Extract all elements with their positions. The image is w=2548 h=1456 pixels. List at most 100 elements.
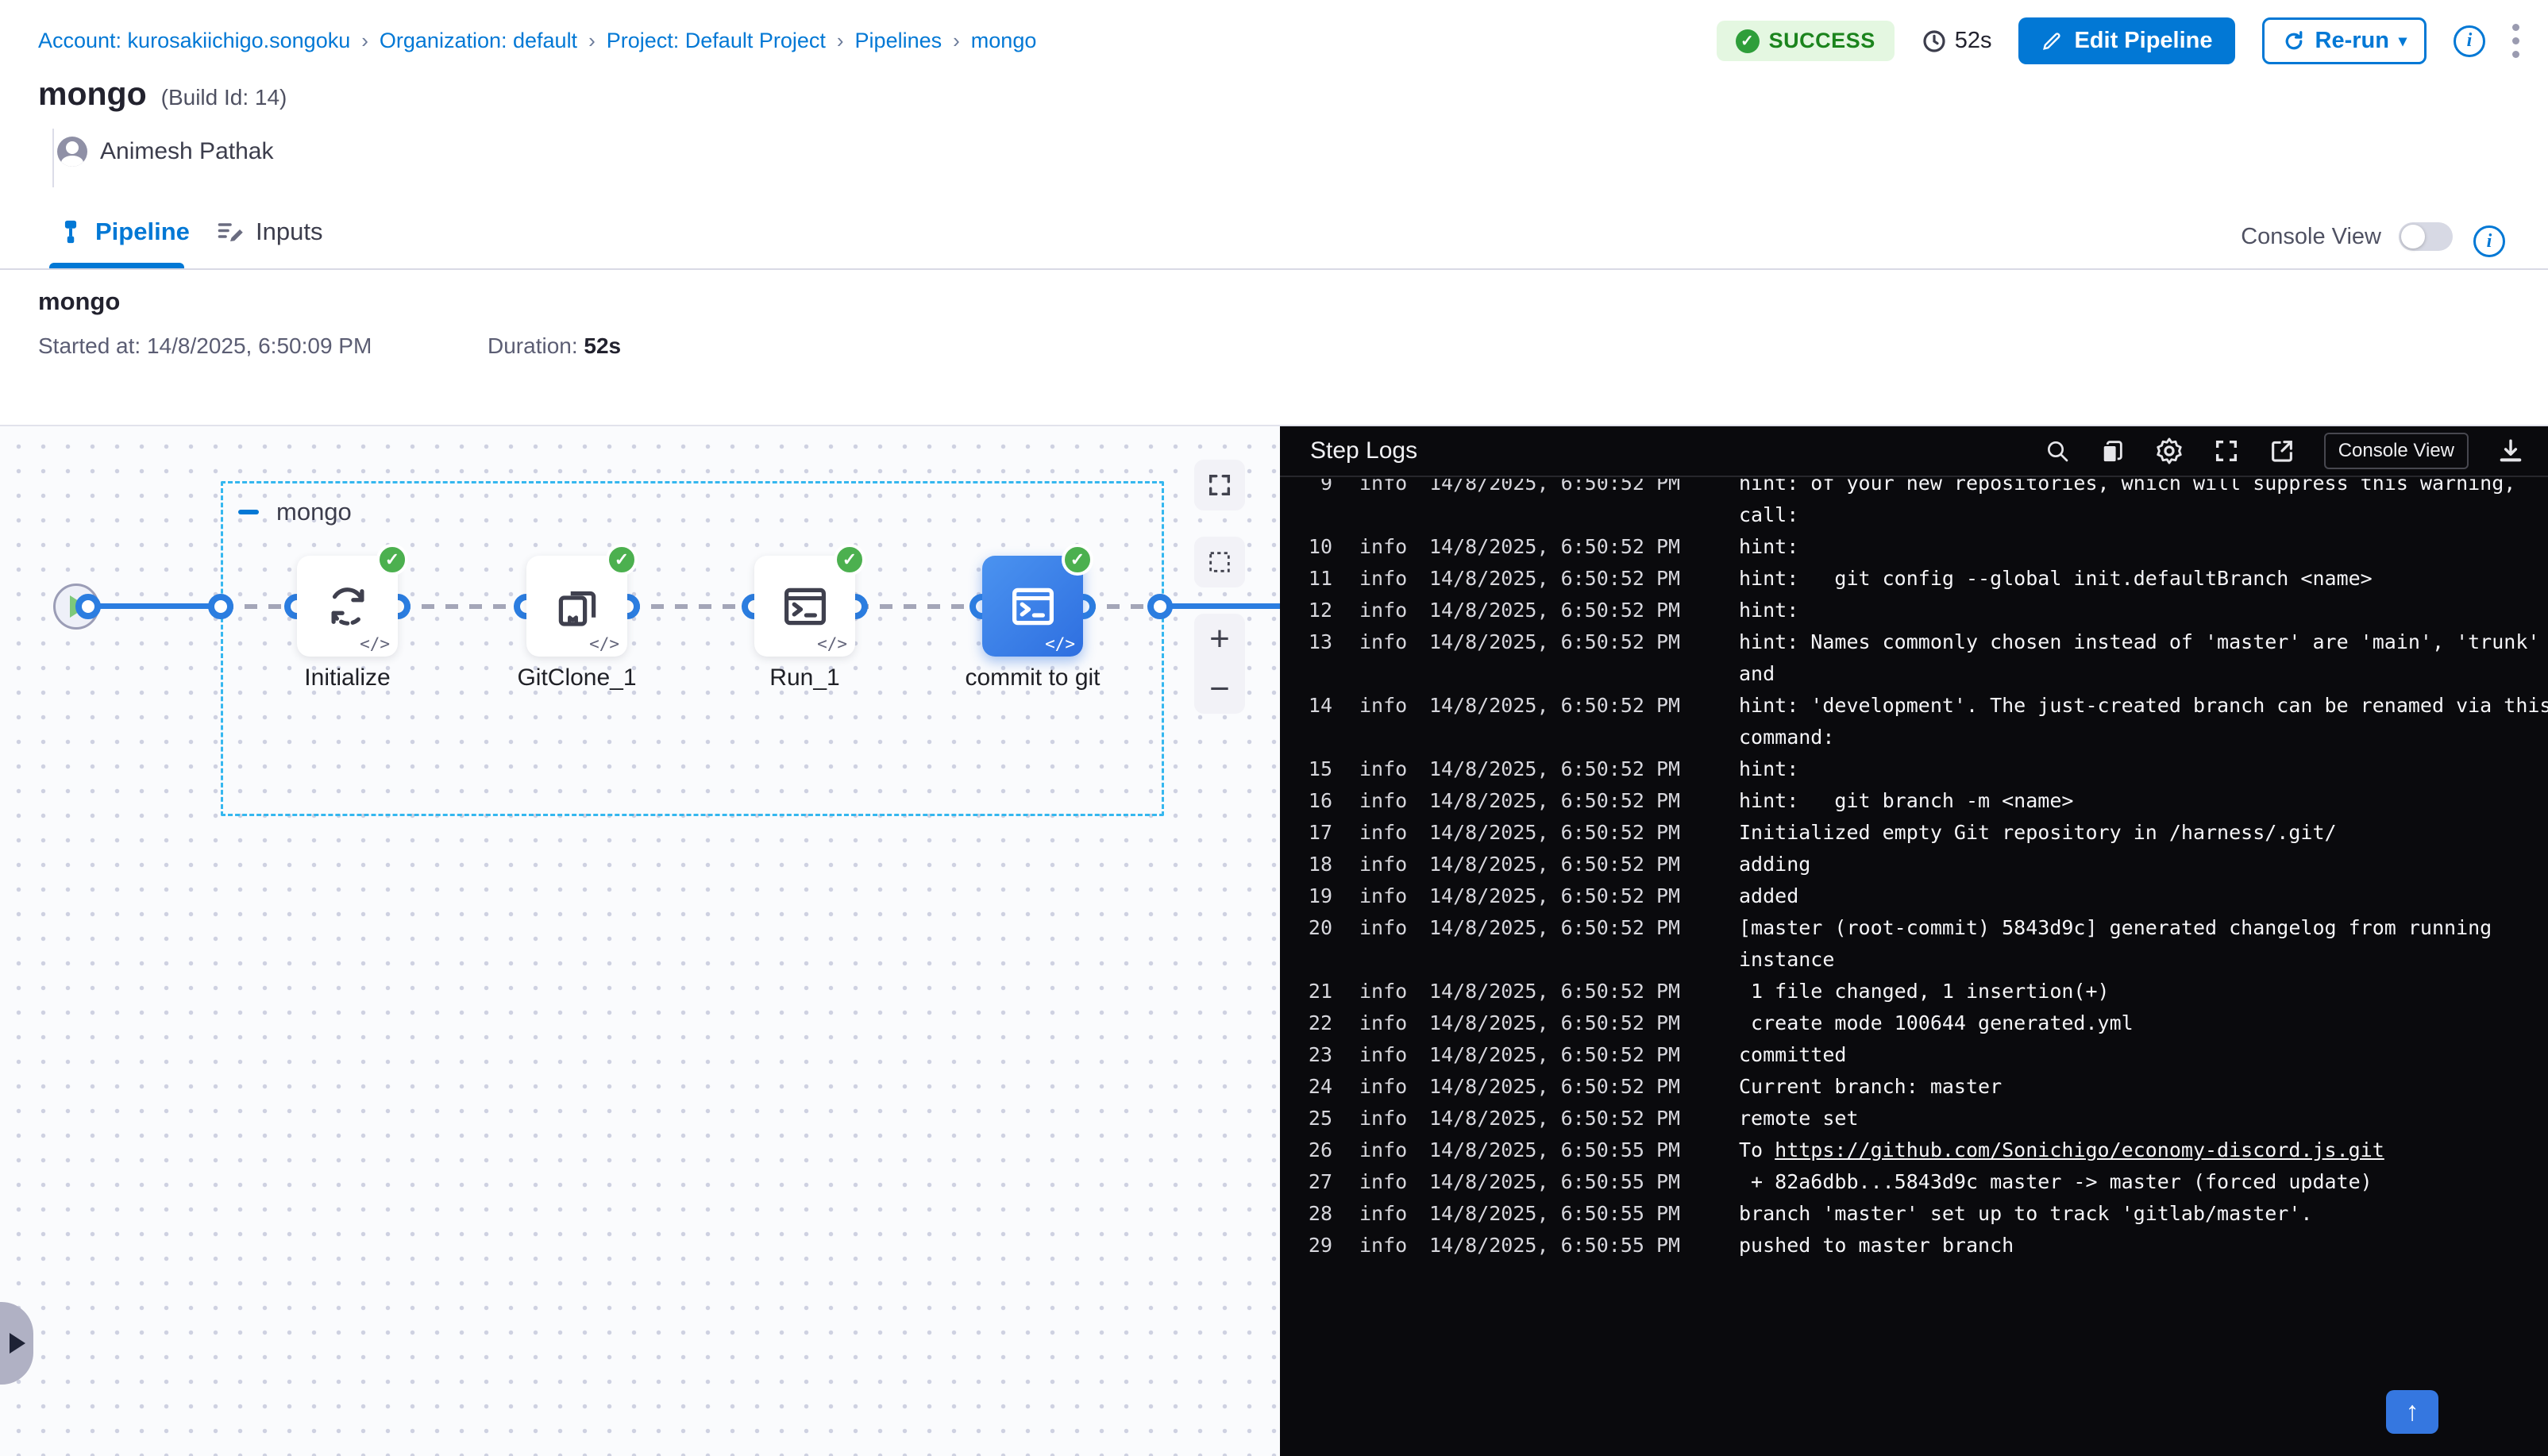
console-view-button[interactable]: Console View xyxy=(2324,433,2469,469)
log-message: hint: xyxy=(1739,531,2548,563)
stage-summary: mongo Started at: 14/8/2025, 6:50:09 PM … xyxy=(0,270,2548,426)
info-icon[interactable]: i xyxy=(2454,25,2485,57)
status-text: SUCCESS xyxy=(1769,29,1875,53)
code-mark: </> xyxy=(817,634,847,653)
step-node-gitclone_1[interactable]: ✓</> xyxy=(526,556,627,657)
step-label: GitClone_1 xyxy=(517,664,636,691)
zoom-in-button[interactable]: + xyxy=(1209,622,1230,657)
gitclone-icon xyxy=(551,580,603,633)
console-view-info-icon[interactable]: i xyxy=(2473,225,2505,257)
expand-fullscreen-icon[interactable] xyxy=(2213,437,2240,464)
log-row: 22info14/8/2025, 6:50:52 PM create mode … xyxy=(1280,1007,2548,1039)
stage-name: mongo xyxy=(38,287,120,316)
log-timestamp: 14/8/2025, 6:50:52 PM xyxy=(1429,1071,1739,1103)
breadcrumb-item[interactable]: Account: kurosakiichigo.songoku xyxy=(38,29,350,53)
log-level: info xyxy=(1359,849,1429,880)
connector-ring[interactable] xyxy=(75,594,101,619)
step-logs-header: Step Logs xyxy=(1280,426,2548,477)
copy-icon[interactable] xyxy=(2099,437,2126,464)
more-options-menu[interactable] xyxy=(2512,24,2519,58)
log-row: 24info14/8/2025, 6:50:52 PMCurrent branc… xyxy=(1280,1071,2548,1103)
zoom-out-button[interactable]: − xyxy=(1209,672,1230,707)
console-view-toggle[interactable] xyxy=(2399,222,2453,251)
log-row: 23info14/8/2025, 6:50:52 PMcommitted xyxy=(1280,1039,2548,1071)
log-level: info xyxy=(1359,563,1429,595)
canvas-selection-button[interactable] xyxy=(1194,537,1245,587)
connector-ring[interactable] xyxy=(1147,594,1173,619)
terminal-icon xyxy=(1007,580,1059,633)
log-message: remote set xyxy=(1739,1103,2548,1134)
log-lines[interactable]: 9info14/8/2025, 6:50:52 PMhint: of your … xyxy=(1280,479,2548,1336)
stage-label-text: mongo xyxy=(276,498,352,526)
terminal-icon xyxy=(779,580,831,633)
breadcrumb-item[interactable]: Organization: default xyxy=(380,29,577,53)
header-actions: ✓ SUCCESS 52s Edit Pipeline xyxy=(1717,17,2519,64)
log-message: hint: Names commonly chosen instead of '… xyxy=(1739,626,2548,690)
log-level: info xyxy=(1359,880,1429,912)
connector-ring[interactable] xyxy=(208,594,233,619)
tab-pipeline-label: Pipeline xyxy=(95,218,190,246)
author-indent-line xyxy=(52,129,54,187)
log-row: 16info14/8/2025, 6:50:52 PMhint: git bra… xyxy=(1280,785,2548,817)
expand-arrow-icon xyxy=(10,1333,25,1354)
download-icon[interactable] xyxy=(2497,437,2524,464)
tab-pipeline[interactable]: Pipeline xyxy=(57,218,190,246)
log-level: info xyxy=(1359,1198,1429,1230)
canvas-fullscreen-button[interactable] xyxy=(1194,460,1245,510)
log-message: To https://github.com/Sonichigo/economy-… xyxy=(1739,1134,2548,1166)
log-timestamp: 14/8/2025, 6:50:55 PM xyxy=(1429,1134,1739,1166)
log-row: 18info14/8/2025, 6:50:52 PMadding xyxy=(1280,849,2548,880)
step-node-run_1[interactable]: ✓</> xyxy=(754,556,855,657)
log-row: 29info14/8/2025, 6:50:55 PMpushed to mas… xyxy=(1280,1230,2548,1261)
log-level: info xyxy=(1359,912,1429,944)
log-level: info xyxy=(1359,976,1429,1007)
canvas-zoom-controls[interactable]: + − xyxy=(1194,614,1245,714)
stage-collapse-control[interactable]: mongo xyxy=(238,498,352,526)
log-timestamp: 14/8/2025, 6:50:52 PM xyxy=(1429,1103,1739,1134)
code-mark: </> xyxy=(360,634,390,653)
log-line-number: 17 xyxy=(1280,817,1332,849)
log-line-number: 24 xyxy=(1280,1071,1332,1103)
inputs-icon xyxy=(216,218,245,246)
arrow-up-icon: ↑ xyxy=(2406,1396,2419,1427)
log-timestamp: 14/8/2025, 6:50:52 PM xyxy=(1429,1039,1739,1071)
log-level: info xyxy=(1359,1039,1429,1071)
duration-indicator: 52s xyxy=(1922,28,1992,54)
log-row: 21info14/8/2025, 6:50:52 PM 1 file chang… xyxy=(1280,976,2548,1007)
scroll-to-top-button[interactable]: ↑ xyxy=(2386,1390,2438,1434)
log-level: info xyxy=(1359,753,1429,785)
step-label: Run_1 xyxy=(769,664,839,691)
log-level: info xyxy=(1359,1103,1429,1134)
log-level: info xyxy=(1359,1166,1429,1198)
log-level: info xyxy=(1359,531,1429,563)
pipeline-canvas[interactable]: mongo ✓</>Initialize✓</>GitClone_1✓</>Ru… xyxy=(0,426,1280,1456)
search-icon[interactable] xyxy=(2045,438,2070,464)
page-title: mongo xyxy=(38,75,147,113)
connector-line xyxy=(856,604,981,609)
step-node-initialize[interactable]: ✓</> xyxy=(297,556,398,657)
build-id: (Build Id: 14) xyxy=(161,85,287,110)
open-external-icon[interactable] xyxy=(2269,437,2296,464)
console-view-label: Console View xyxy=(2241,224,2381,250)
log-level: info xyxy=(1359,1230,1429,1261)
log-row: 9info14/8/2025, 6:50:52 PMhint: of your … xyxy=(1280,479,2548,531)
tab-inputs[interactable]: Inputs xyxy=(216,218,322,246)
log-timestamp: 14/8/2025, 6:50:52 PM xyxy=(1429,690,1739,722)
step-node-commit-to-git[interactable]: ✓</> xyxy=(982,556,1083,657)
log-link[interactable]: https://github.com/Sonichigo/economy-dis… xyxy=(1775,1138,2384,1161)
log-level: info xyxy=(1359,690,1429,722)
clock-icon xyxy=(1922,29,1947,54)
breadcrumb-item[interactable]: mongo xyxy=(971,29,1037,53)
expand-left-panel-handle[interactable] xyxy=(0,1302,33,1385)
log-message: hint: git branch -m <name> xyxy=(1739,785,2548,817)
tab-inputs-label: Inputs xyxy=(256,218,322,246)
status-badge: ✓ SUCCESS xyxy=(1717,21,1895,61)
settings-gear-icon[interactable] xyxy=(2154,436,2184,466)
log-line-number: 15 xyxy=(1280,753,1332,785)
rerun-button[interactable]: Re-run ▾ xyxy=(2262,17,2427,64)
step-success-badge: ✓ xyxy=(606,544,638,576)
edit-pipeline-button[interactable]: Edit Pipeline xyxy=(2018,17,2234,64)
breadcrumb-item[interactable]: Pipelines xyxy=(855,29,942,53)
breadcrumb-item[interactable]: Project: Default Project xyxy=(607,29,826,53)
user-avatar-icon xyxy=(57,137,87,167)
